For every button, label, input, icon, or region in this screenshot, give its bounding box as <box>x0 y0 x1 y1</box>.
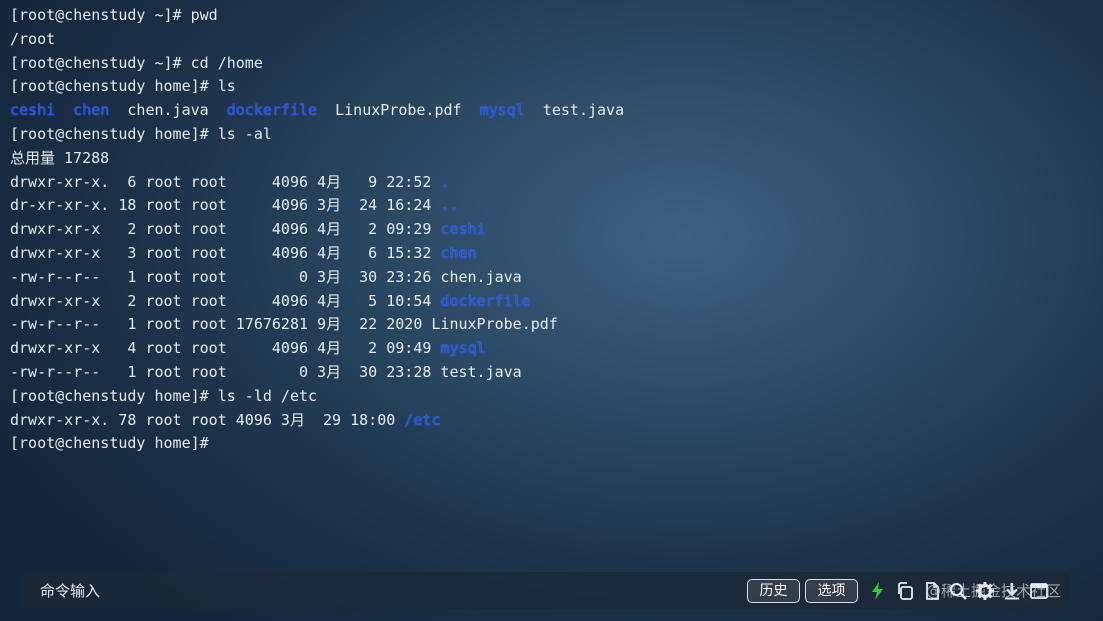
terminal-text: [root@chenstudy ~]# cd /home <box>10 53 263 72</box>
terminal-text: -rw-r--r-- 1 root root 0 3月 30 23:28 tes… <box>10 362 522 381</box>
directory-name: ceshi <box>10 101 56 120</box>
directory-name: chen <box>440 243 477 262</box>
terminal-line: drwxr-xr-x 2 root root 4096 4月 2 09:29 c… <box>10 218 1093 242</box>
terminal-text: [root@chenstudy ~]# pwd <box>10 6 218 24</box>
directory-name: mysql <box>479 101 525 120</box>
history-button[interactable]: 历史 <box>747 579 800 603</box>
bolt-icon[interactable] <box>868 581 888 601</box>
terminal-line: -rw-r--r-- 1 root root 0 3月 30 23:26 che… <box>10 266 1093 290</box>
terminal-line: [root@chenstudy home]# <box>10 432 1093 456</box>
terminal-line: [root@chenstudy home]# ls -ld /etc <box>10 385 1093 409</box>
terminal-text: [root@chenstudy home]# ls -ld /etc <box>10 386 318 405</box>
directory-name: . <box>440 172 450 191</box>
terminal-line: 总用量 17288 <box>10 147 1093 171</box>
terminal-text: dr-xr-xr-x. 18 root root 4096 3月 24 16:2… <box>10 196 441 215</box>
directory-name: ceshi <box>440 220 486 239</box>
command-bar: 命令输入 历史 选项 @稀土掘金技术社区 <box>20 572 1070 610</box>
terminal-line: -rw-r--r-- 1 root root 0 3月 30 23:28 tes… <box>10 361 1093 385</box>
terminal-line: drwxr-xr-x. 78 root root 4096 3月 29 18:0… <box>10 409 1093 433</box>
terminal-line: -rw-r--r-- 1 root root 17676281 9月 22 20… <box>10 313 1093 337</box>
directory-name: dockerfile <box>440 291 531 310</box>
copy-icon[interactable] <box>895 581 915 601</box>
terminal-text: drwxr-xr-x 2 root root 4096 4月 2 09:29 <box>10 220 441 239</box>
terminal-line: [root@chenstudy home]# ls -al <box>10 123 1093 147</box>
terminal-line: drwxr-xr-x 3 root root 4096 4月 6 15:32 c… <box>10 242 1093 266</box>
terminal-line: dr-xr-xr-x. 18 root root 4096 3月 24 16:2… <box>10 194 1093 218</box>
terminal-line: [root@chenstudy ~]# cd /home <box>10 52 1093 76</box>
terminal-text: chen.java <box>109 101 227 120</box>
terminal-line: [root@chenstudy home]# ls <box>10 75 1093 99</box>
command-input[interactable]: 命令输入 <box>40 572 690 610</box>
watermark: @稀土掘金技术社区 <box>926 582 1062 600</box>
terminal-text: [root@chenstudy home]# ls <box>10 77 236 96</box>
terminal-line: drwxr-xr-x 4 root root 4096 4月 2 09:49 m… <box>10 337 1093 361</box>
terminal-text: [root@chenstudy home]# <box>10 434 209 453</box>
directory-name: .. <box>440 196 459 215</box>
directory-name: chen <box>73 101 110 120</box>
terminal-text: LinuxProbe.pdf <box>317 101 480 120</box>
terminal-text: /root <box>10 29 56 48</box>
terminal-line: ceshi chen chen.java dockerfile LinuxPro… <box>10 99 1093 123</box>
terminal-text: [root@chenstudy home]# ls -al <box>10 124 272 143</box>
terminal-text: drwxr-xr-x 3 root root 4096 4月 6 15:32 <box>10 243 441 262</box>
terminal-text: -rw-r--r-- 1 root root 0 3月 30 23:26 che… <box>10 267 522 286</box>
terminal-line: drwxr-xr-x 2 root root 4096 4月 5 10:54 d… <box>10 290 1093 314</box>
terminal-line: drwxr-xr-x. 6 root root 4096 4月 9 22:52 … <box>10 171 1093 195</box>
terminal-text: 总用量 17288 <box>10 148 110 167</box>
terminal-text: drwxr-xr-x 4 root root 4096 4月 2 09:49 <box>10 339 441 358</box>
terminal-text: drwxr-xr-x. 78 root root 4096 3月 29 18:0… <box>10 410 405 429</box>
terminal-line: [root@chenstudy ~]# pwd <box>10 4 1093 28</box>
options-button[interactable]: 选项 <box>805 579 858 603</box>
terminal-text: drwxr-xr-x 2 root root 4096 4月 5 10:54 <box>10 291 441 310</box>
directory-name: /etc <box>404 410 441 429</box>
terminal-text: -rw-r--r-- 1 root root 17676281 9月 22 20… <box>10 315 558 334</box>
terminal-output[interactable]: [root@chenstudy ~]# pwd/root [root@chenst… <box>10 4 1093 456</box>
directory-name: mysql <box>440 339 486 358</box>
terminal-line: /root <box>10 28 1093 52</box>
terminal-text: drwxr-xr-x. 6 root root 4096 4月 9 22:52 <box>10 172 441 191</box>
directory-name: dockerfile <box>226 101 318 120</box>
terminal-text: test.java <box>524 101 625 120</box>
